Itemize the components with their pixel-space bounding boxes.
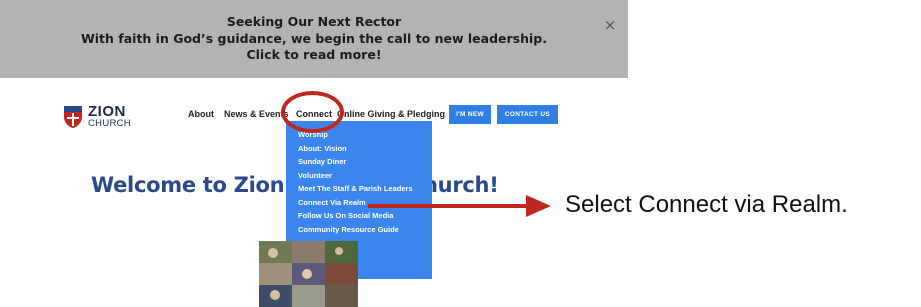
site-logo[interactable]: ZION CHURCH	[63, 103, 163, 135]
photo-collage	[259, 241, 358, 307]
contact-us-button[interactable]: CONTACT US	[497, 105, 558, 124]
menu-item-community-resource-guide[interactable]: Community Resource Guide	[286, 223, 432, 237]
logo-subtitle: CHURCH	[88, 118, 131, 129]
menu-item-about-vision[interactable]: About: Vision	[286, 142, 432, 156]
menu-item-volunteer[interactable]: Volunteer	[286, 169, 432, 183]
announcement-link[interactable]: Click to read more!	[0, 47, 628, 64]
annotation-text: Select Connect via Realm.	[565, 191, 848, 218]
nav-online-giving[interactable]: Online Giving & Pledging	[337, 109, 445, 119]
close-icon[interactable]: ×	[595, 15, 625, 35]
im-new-button[interactable]: I'M NEW	[449, 105, 491, 124]
nav-about[interactable]: About	[188, 109, 214, 119]
annotation-circle	[281, 91, 344, 133]
announcement-title: Seeking Our Next Rector	[226, 14, 402, 29]
annotation-arrow-icon	[368, 195, 551, 217]
shield-icon	[64, 106, 82, 128]
announcement-banner[interactable]: Seeking Our Next Rector With faith in Go…	[0, 0, 628, 78]
menu-item-sunday-diner[interactable]: Sunday Diner	[286, 155, 432, 169]
announcement-message: With faith in God’s guidance, we begin t…	[80, 30, 547, 46]
nav-news-events[interactable]: News & Events	[224, 109, 289, 119]
